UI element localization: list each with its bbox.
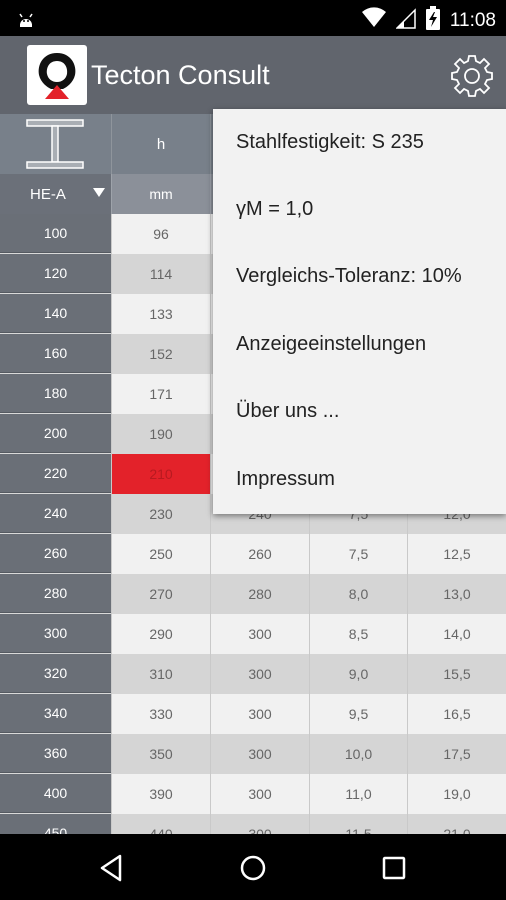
menu-item-about-us[interactable]: Über uns ...	[213, 378, 506, 445]
home-icon[interactable]	[233, 848, 273, 888]
table-cell: 9,5	[309, 694, 407, 734]
table-cell: 9,0	[309, 654, 407, 694]
app-bar: Tecton Consult	[0, 36, 506, 114]
table-cell: 280	[210, 574, 309, 614]
navigation-bar	[0, 834, 506, 900]
table-cell: 114	[111, 254, 210, 294]
table-cell: 300	[210, 814, 309, 834]
menu-item-gamma-m[interactable]: γM = 1,0	[213, 176, 506, 243]
row-label: 260	[0, 534, 111, 573]
profile-type-dropdown[interactable]: HE-A	[0, 174, 111, 214]
tecton-logo	[27, 45, 87, 105]
table-cell: 7,5	[309, 534, 407, 574]
menu-item-steel-strength[interactable]: Stahlfestigkeit: S 235	[213, 109, 506, 176]
table-cell: 15,5	[407, 654, 506, 694]
table-cell: 300	[210, 774, 309, 814]
row-label: 280	[0, 574, 111, 613]
table-cell: 440	[111, 814, 210, 834]
status-bar: 11:08	[0, 0, 506, 36]
android-debug-icon	[16, 8, 36, 33]
row-label: 320	[0, 654, 111, 693]
row-label: 360	[0, 734, 111, 773]
table-cell: 350	[111, 734, 210, 774]
menu-item-comparison-tolerance[interactable]: Vergleichs-Toleranz: 10%	[213, 243, 506, 310]
column-header-h: h	[111, 114, 210, 174]
recents-icon[interactable]	[374, 848, 414, 888]
table-cell: 300	[210, 734, 309, 774]
gear-icon[interactable]	[449, 53, 495, 99]
table-cell: 250	[111, 534, 210, 574]
i-beam-icon	[0, 114, 111, 174]
app-title: Tecton Consult	[91, 60, 270, 90]
row-label: 100	[0, 214, 111, 253]
table-cell: 17,5	[407, 734, 506, 774]
menu-item-imprint[interactable]: Impressum	[213, 446, 506, 513]
table-cell: 8,0	[309, 574, 407, 614]
row-label: 200	[0, 414, 111, 453]
table-cell: 8,5	[309, 614, 407, 654]
table-cell: 330	[111, 694, 210, 734]
table-cell: 19,0	[407, 774, 506, 814]
row-label: 140	[0, 294, 111, 333]
table-cell: 10,0	[309, 734, 407, 774]
unit-cell: mm	[111, 174, 210, 214]
table-cell: 12,5	[407, 534, 506, 574]
table-cell: 230	[111, 494, 210, 534]
signal-icon	[395, 7, 416, 34]
dropdown-arrow-icon	[93, 188, 105, 197]
table-row[interactable]: 260 250 260 7,5 12,5	[0, 534, 506, 574]
table-row[interactable]: 320 310 300 9,0 15,5	[0, 654, 506, 694]
table-cell: 300	[210, 654, 309, 694]
table-row[interactable]: 280 270 280 8,0 13,0	[0, 574, 506, 614]
table-cell: 210	[111, 454, 210, 494]
table-row[interactable]: 360 350 300 10,0 17,5	[0, 734, 506, 774]
menu-item-display-settings[interactable]: Anzeigeeinstellungen	[213, 311, 506, 378]
table-cell: 260	[210, 534, 309, 574]
table-row[interactable]: 300 290 300 8,5 14,0	[0, 614, 506, 654]
row-label: 240	[0, 494, 111, 533]
back-icon[interactable]	[92, 848, 132, 888]
overflow-menu: Stahlfestigkeit: S 235 γM = 1,0 Vergleic…	[213, 109, 506, 514]
table-cell: 21,0	[407, 814, 506, 834]
profile-type-label: HE-A	[30, 185, 66, 203]
table-row[interactable]: 450 440 300 11,5 21,0	[0, 814, 506, 834]
table-cell: 270	[111, 574, 210, 614]
table-cell: 152	[111, 334, 210, 374]
table-cell: 300	[210, 694, 309, 734]
row-label: 180	[0, 374, 111, 413]
table-cell: 96	[111, 214, 210, 254]
row-label: 160	[0, 334, 111, 373]
table-cell: 14,0	[407, 614, 506, 654]
table-cell: 11,5	[309, 814, 407, 834]
battery-charging-icon	[425, 6, 440, 35]
table-cell: 171	[111, 374, 210, 414]
table-row[interactable]: 340 330 300 9,5 16,5	[0, 694, 506, 734]
table-cell: 16,5	[407, 694, 506, 734]
row-label: 300	[0, 614, 111, 653]
clock: 11:08	[449, 9, 496, 31]
table-cell: 290	[111, 614, 210, 654]
row-label: 400	[0, 774, 111, 813]
row-label: 340	[0, 694, 111, 733]
table-row[interactable]: 400 390 300 11,0 19,0	[0, 774, 506, 814]
wifi-icon	[361, 7, 386, 34]
table-cell: 133	[111, 294, 210, 334]
table-cell: 300	[210, 614, 309, 654]
row-label: 220	[0, 454, 111, 493]
table-cell: 190	[111, 414, 210, 454]
table-cell: 13,0	[407, 574, 506, 614]
row-label: 450	[0, 814, 111, 834]
table-cell: 310	[111, 654, 210, 694]
table-cell: 11,0	[309, 774, 407, 814]
table-cell: 390	[111, 774, 210, 814]
row-label: 120	[0, 254, 111, 293]
